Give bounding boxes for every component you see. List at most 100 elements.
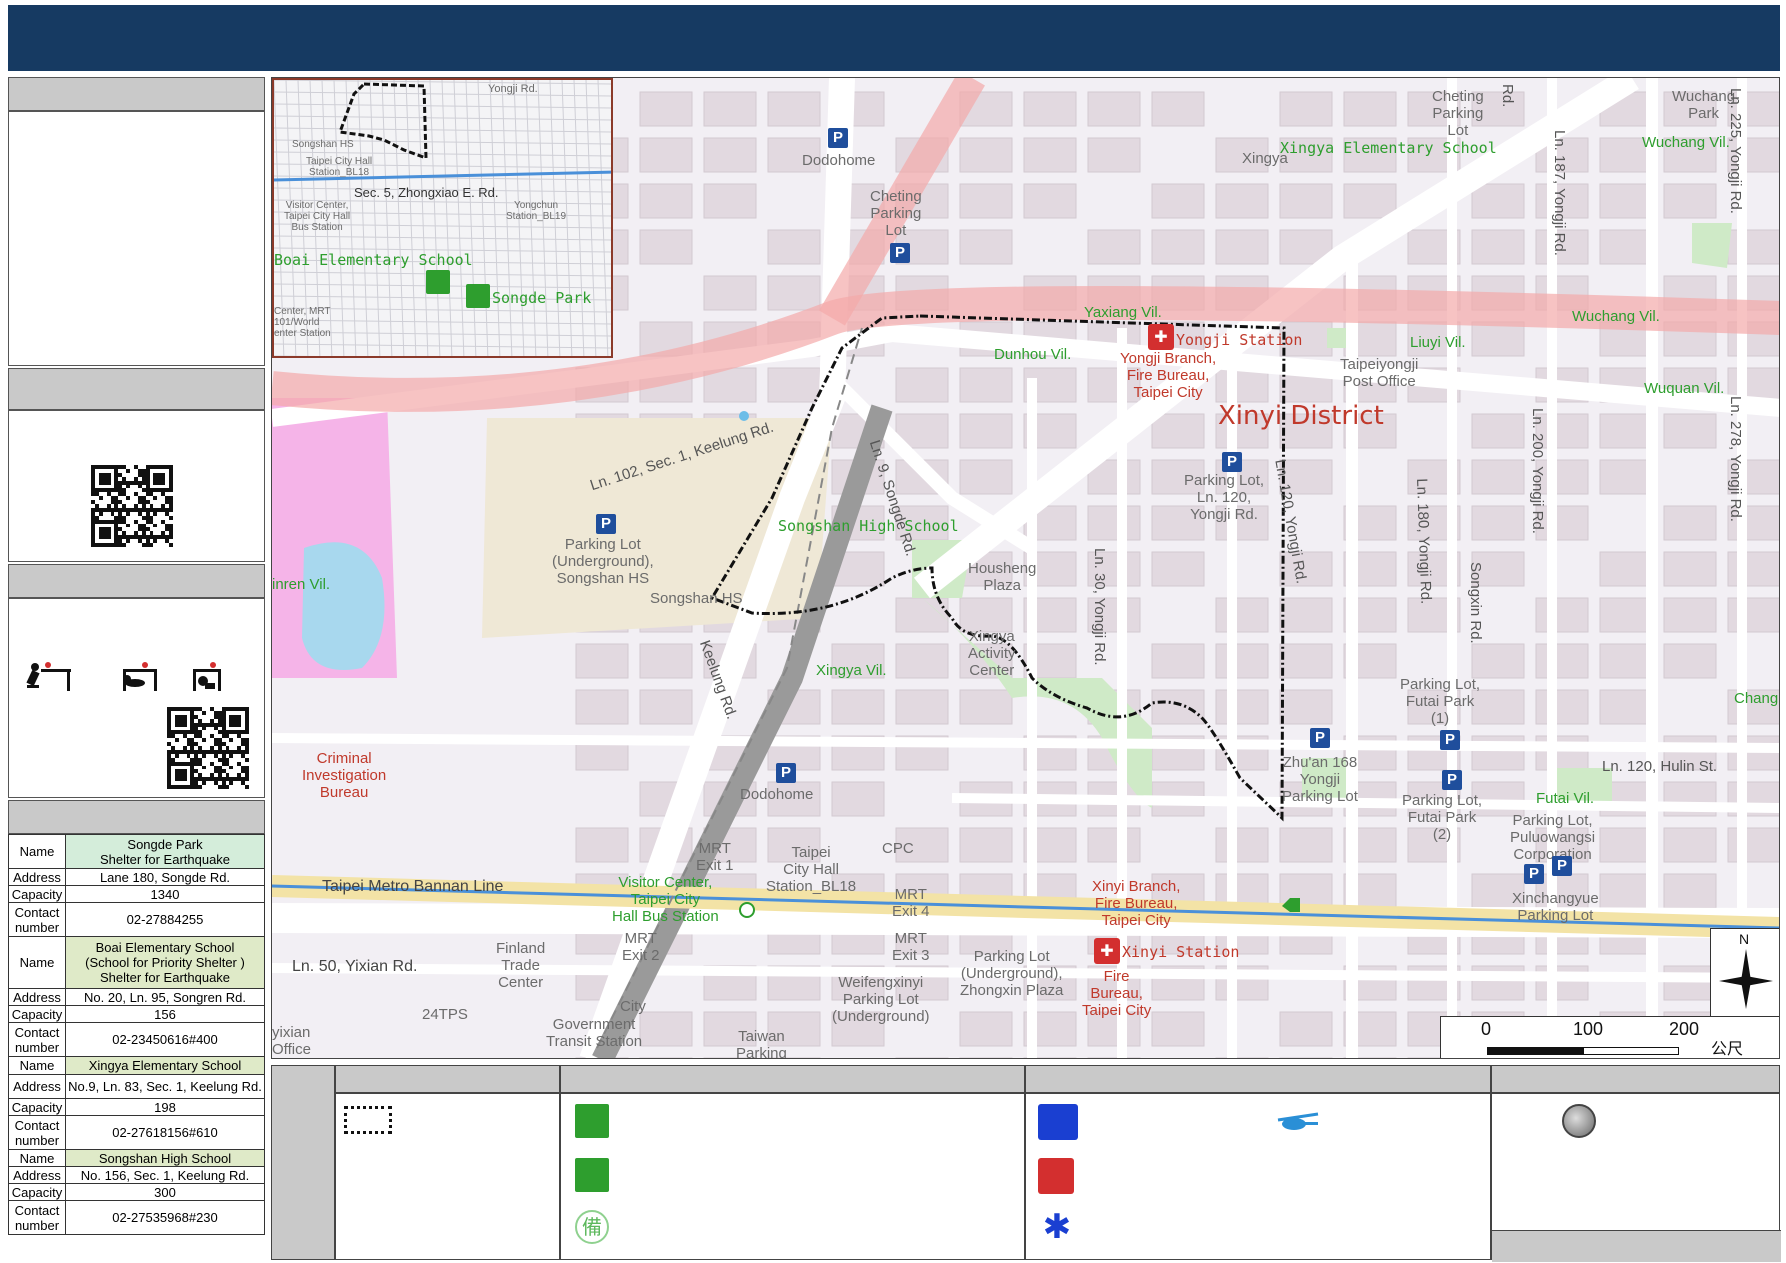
legend-side	[271, 1065, 335, 1260]
city-block	[1087, 91, 1141, 127]
city-block	[959, 137, 1013, 173]
inset-street	[274, 103, 611, 109]
map-canvas[interactable]: Yongji Rd. Songshan HS Taipei City Hall …	[271, 77, 1780, 1059]
city-block	[1151, 1011, 1205, 1047]
map-label: Taipeiyongji Post Office	[1340, 356, 1419, 390]
city-block	[1727, 229, 1779, 265]
qr-code[interactable]	[91, 465, 173, 547]
scale-segment	[1487, 1047, 1583, 1055]
map-label: Wuchang Park	[1672, 88, 1736, 122]
map-label: Housheng Plaza	[968, 560, 1037, 594]
city-block	[1471, 321, 1525, 357]
panel-header-2	[8, 368, 265, 410]
qr-code[interactable]	[167, 707, 249, 789]
city-block	[1599, 689, 1653, 725]
inset-street	[274, 343, 611, 349]
shelter-row: Contact number 02-27618156#610	[8, 1115, 265, 1150]
fire-station-icon[interactable]: ✚	[1094, 938, 1120, 964]
road-label: Ln. 187, Yongji Rd.	[1551, 130, 1568, 256]
city-block	[703, 1057, 757, 1058]
city-block	[1535, 597, 1589, 633]
city-block	[1599, 873, 1653, 909]
header-bar	[8, 5, 1780, 71]
city-block	[1471, 183, 1525, 219]
shelter-field-value: 02-23450616#400	[65, 1022, 265, 1057]
parking-icon[interactable]: P	[890, 243, 910, 263]
city-block	[1151, 91, 1205, 127]
inset-label: Songshan HS	[292, 139, 354, 150]
scale-unit: 公尺	[1711, 1041, 1744, 1058]
city-block	[959, 459, 1013, 495]
inset-street	[369, 80, 381, 356]
inset-street	[477, 80, 489, 356]
parking-icon[interactable]: P	[1310, 728, 1330, 748]
map-label: Criminal Investigation Bureau	[302, 750, 387, 801]
city-block	[703, 275, 757, 311]
parking-icon[interactable]: P	[1524, 864, 1544, 884]
map-label: City	[620, 998, 646, 1015]
fire-station-icon[interactable]: ✚	[1148, 324, 1174, 350]
city-block	[767, 275, 821, 311]
shelter-field-value: No. 20, Ln. 95, Songren Rd.	[65, 988, 265, 1006]
city-block	[1087, 505, 1141, 541]
parking-icon[interactable]: P	[1552, 856, 1572, 876]
map-label: Parking Lot (Underground), Songshan HS	[552, 536, 654, 587]
legend-header	[560, 1065, 1025, 1093]
city-block	[1727, 735, 1779, 771]
inset-street	[381, 80, 393, 356]
panel-header-3	[8, 564, 265, 598]
city-block	[1599, 827, 1653, 863]
shelter-row: Address No. 156, Sec. 1, Keelung Rd.	[8, 1166, 265, 1184]
parking-icon[interactable]: P	[776, 763, 796, 783]
city-block	[703, 91, 757, 127]
city-block	[639, 91, 693, 127]
inset-label: Taipei City Hall Station_BL18	[306, 156, 373, 178]
parking-icon[interactable]: P	[1440, 730, 1460, 750]
inset-label: Visitor Center, Taipei City Hall Bus Sta…	[284, 200, 351, 233]
road-label: Ln. 120, Hulin St.	[1602, 758, 1718, 775]
shelter-field-value: No.9, Ln. 83, Sec. 1, Keelung Rd.	[65, 1074, 265, 1099]
city-block	[1663, 183, 1717, 219]
parking-icon[interactable]: P	[1222, 452, 1242, 472]
parking-icon[interactable]: P	[828, 128, 848, 148]
panel-body-3	[8, 598, 265, 798]
village-label: Wuquan Vil.	[1644, 380, 1725, 397]
park-shelter-icon[interactable]	[466, 284, 490, 308]
shelter-row: Capacity 1340	[8, 885, 265, 903]
shelter-field-value: No. 156, Sec. 1, Keelung Rd.	[65, 1166, 265, 1184]
village-label: Futai Vil.	[1536, 790, 1595, 807]
inset-street	[274, 355, 317, 356]
backup-shelter-icon: 備	[575, 1210, 609, 1244]
inset-label: Sec. 5, Zhongxiao E. Rd.	[354, 185, 499, 200]
city-block	[767, 91, 821, 127]
city-block	[895, 689, 949, 725]
city-block	[1151, 551, 1205, 587]
city-block	[831, 781, 885, 817]
map-label: Songshan High School	[778, 517, 959, 535]
city-block	[767, 229, 821, 265]
shelter-field-label: Address	[8, 988, 66, 1006]
scale-bar: 0 100 200 公尺	[1440, 1016, 1779, 1058]
city-block	[1151, 413, 1205, 449]
city-block	[1599, 1057, 1653, 1058]
city-block	[1599, 183, 1653, 219]
panel-header-4	[8, 800, 265, 834]
city-block	[639, 137, 693, 173]
city-block	[1343, 183, 1397, 219]
shelter-field-label: Capacity	[8, 885, 66, 903]
city-block	[959, 413, 1013, 449]
parking-icon[interactable]: P	[1442, 770, 1462, 790]
inset-street	[585, 80, 597, 356]
shelter-icon[interactable]	[426, 270, 450, 294]
city-block	[1151, 183, 1205, 219]
legend-col-route	[335, 1093, 560, 1260]
map-label: Finland Trade Center	[496, 940, 546, 991]
shelter-field-label: Capacity	[8, 1005, 66, 1023]
map-label: Songshan HS	[650, 590, 743, 607]
parking-icon[interactable]: P	[596, 514, 616, 534]
inset-street	[465, 80, 477, 356]
city-block	[895, 1057, 949, 1058]
inset-map[interactable]: Yongji Rd. Songshan HS Taipei City Hall …	[272, 78, 613, 358]
legend-header	[335, 1065, 560, 1093]
map-label: Xinchangyue Parking Lot	[1512, 890, 1599, 924]
